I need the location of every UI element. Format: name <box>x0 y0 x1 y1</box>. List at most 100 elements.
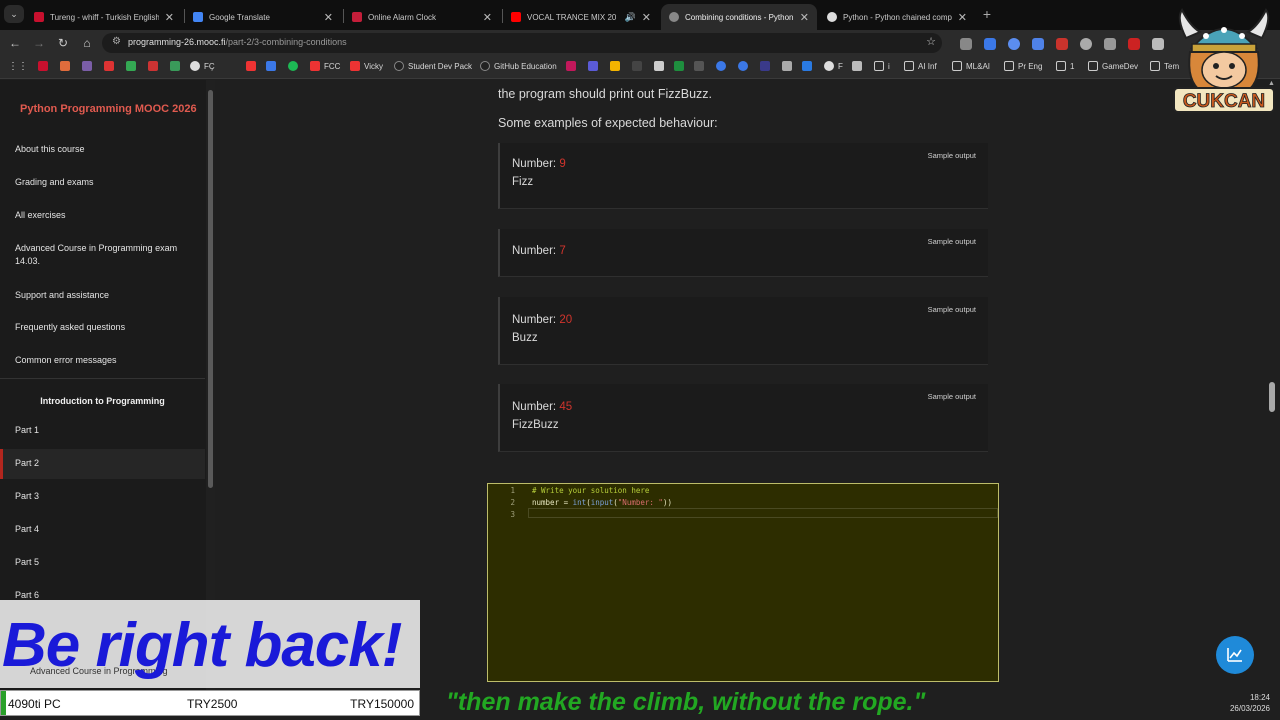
bookmark-fc[interactable]: FÇ <box>190 61 215 71</box>
folder-ai-inf[interactable]: AI Inf <box>904 61 937 71</box>
nav-faq[interactable]: Frequently asked questions <box>15 321 195 334</box>
sample-output-label: Sample output <box>927 237 976 246</box>
tab-youtube-trance[interactable]: VOCAL TRANCE MIX 20 🔊 ✕ <box>503 4 659 30</box>
bookmark-icon[interactable] <box>782 61 796 71</box>
folder-pr-eng[interactable]: Pr Eng <box>1004 61 1042 71</box>
bookmark-icon[interactable] <box>632 61 646 71</box>
bookmark-icon[interactable] <box>654 61 668 71</box>
bookmark-icon[interactable] <box>674 61 688 71</box>
clock-date: 26/03/2026 <box>1229 704 1270 713</box>
nav-part-2[interactable]: Part 2 <box>0 449 205 479</box>
progress-button[interactable] <box>1216 636 1254 674</box>
extension-icon[interactable] <box>1056 38 1068 50</box>
bookmark-vicky[interactable]: Vicky <box>350 61 383 71</box>
bookmark-icon[interactable] <box>694 61 708 71</box>
bookmark-icon[interactable] <box>38 61 52 71</box>
code-line-2[interactable]: number = int(input("Number: ")) <box>532 498 672 507</box>
address-bar[interactable]: ⚙ programming-26.mooc.fi/part-2/3-combin… <box>102 33 942 53</box>
sample-output-line: Fizz <box>512 176 534 188</box>
bookmark-icon[interactable] <box>566 61 580 71</box>
home-button[interactable]: ⌂ <box>78 34 96 52</box>
bookmark-icon[interactable] <box>588 61 602 71</box>
bookmark-icon[interactable] <box>802 61 816 71</box>
tab-search-button[interactable]: ⌄ <box>4 5 24 23</box>
part-label: Part 2 <box>15 458 40 468</box>
folder-1[interactable]: 1 <box>1056 61 1074 71</box>
nav-advanced-exam[interactable]: Advanced Course in Programming exam 14.0… <box>15 242 195 268</box>
part-label: Part 6 <box>15 590 40 600</box>
close-icon[interactable]: ✕ <box>642 11 651 24</box>
nav-common-errors[interactable]: Common error messages <box>15 354 195 367</box>
back-button[interactable]: ← <box>6 34 24 52</box>
bookmark-icon[interactable] <box>760 61 774 71</box>
bookmark-icon[interactable] <box>148 61 162 71</box>
new-tab-button[interactable]: + <box>978 5 996 23</box>
streamer-logo: CUKCAN <box>1173 8 1275 113</box>
bookmark-f[interactable]: F <box>824 61 843 71</box>
extension-icon[interactable] <box>984 38 996 50</box>
bookmark-student-dev-pack[interactable]: Student Dev Pack <box>394 61 472 71</box>
alarm-clock-icon <box>352 12 362 22</box>
bookmark-icon[interactable] <box>126 61 140 71</box>
folder-gamedev[interactable]: GameDev <box>1088 61 1138 71</box>
mooc-icon <box>669 12 679 22</box>
tab-tureng[interactable]: Tureng - whiff - Turkish English ✕ <box>26 4 182 30</box>
close-icon[interactable]: ✕ <box>483 11 492 24</box>
browser-toolbar: ← → ↻ ⌂ ⚙ programming-26.mooc.fi/part-2/… <box>0 30 1280 55</box>
nav-all-exercises[interactable]: All exercises <box>15 209 195 222</box>
bookmark-fcc[interactable]: FCC <box>310 61 340 71</box>
nav-about-course[interactable]: About this course <box>15 143 195 156</box>
folder-i[interactable]: i <box>874 61 890 71</box>
bookmark-icon[interactable] <box>266 61 280 71</box>
extension-icon[interactable] <box>960 38 972 50</box>
bookmark-icon[interactable] <box>104 61 118 71</box>
bookmark-icon[interactable] <box>716 61 730 71</box>
audio-icon[interactable]: 🔊 <box>625 12 636 23</box>
extension-icon[interactable] <box>1104 38 1116 50</box>
nav-part-5[interactable]: Part 5 <box>0 548 205 578</box>
tab-python-chained[interactable]: Python - Python chained comp ✕ <box>819 4 975 30</box>
reload-button[interactable]: ↻ <box>54 34 72 52</box>
close-icon[interactable]: ✕ <box>958 11 967 24</box>
page-scrollbar[interactable]: ▲ <box>1265 80 1280 695</box>
bookmark-icon[interactable] <box>82 61 96 71</box>
tab-alarm-clock[interactable]: Online Alarm Clock ✕ <box>344 4 500 30</box>
extension-icon[interactable] <box>1008 38 1020 50</box>
donation-ticker: 4090ti PC TRY2500 TRY150000 <box>0 690 420 716</box>
forward-button[interactable]: → <box>30 34 48 52</box>
nav-part-1[interactable]: Part 1 <box>0 416 205 446</box>
folder-ml-ai[interactable]: ML&AI <box>952 61 990 71</box>
bookmark-icon[interactable] <box>246 61 260 71</box>
site-info-icon[interactable]: ⚙ <box>112 36 121 47</box>
sidebar-scroll-thumb[interactable] <box>208 90 213 488</box>
tab-combining-conditions[interactable]: Combining conditions - Python ✕ <box>661 4 817 30</box>
bookmark-github-education[interactable]: GitHub Education <box>480 61 557 71</box>
close-icon[interactable]: ✕ <box>800 11 809 24</box>
bookmark-icon[interactable] <box>610 61 624 71</box>
bookmark-icon[interactable] <box>852 61 866 71</box>
bookmark-icon[interactable] <box>60 61 74 71</box>
nav-support[interactable]: Support and assistance <box>15 289 195 302</box>
extension-icon[interactable] <box>1128 38 1140 50</box>
brb-overlay: Advanced Course in Programming Be right … <box>0 600 420 688</box>
bookmark-icon[interactable] <box>288 61 302 71</box>
nav-part-4[interactable]: Part 4 <box>0 515 205 545</box>
apps-icon[interactable]: ⋮⋮ <box>8 61 28 72</box>
nav-part-3[interactable]: Part 3 <box>0 482 205 512</box>
extension-icon[interactable] <box>1032 38 1044 50</box>
code-editor[interactable]: 1 2 3 # Write your solution here number … <box>487 483 999 682</box>
close-icon[interactable]: ✕ <box>165 11 174 24</box>
close-icon[interactable]: ✕ <box>324 11 333 24</box>
tab-google-translate[interactable]: Google Translate ✕ <box>185 4 341 30</box>
bookmark-star-icon[interactable]: ☆ <box>926 35 936 48</box>
bookmark-icon[interactable] <box>738 61 752 71</box>
sample-output-label: Sample output <box>927 151 976 160</box>
extension-icon[interactable] <box>1152 38 1164 50</box>
code-line-1[interactable]: # Write your solution here <box>532 486 649 495</box>
page-scroll-thumb[interactable] <box>1269 382 1275 412</box>
course-title[interactable]: Python Programming MOOC 2026 <box>20 103 197 115</box>
extension-icon[interactable] <box>1080 38 1092 50</box>
nav-grading[interactable]: Grading and exams <box>15 176 195 189</box>
bookmark-icon[interactable] <box>170 61 184 71</box>
tab-title: VOCAL TRANCE MIX 20 <box>527 12 617 22</box>
